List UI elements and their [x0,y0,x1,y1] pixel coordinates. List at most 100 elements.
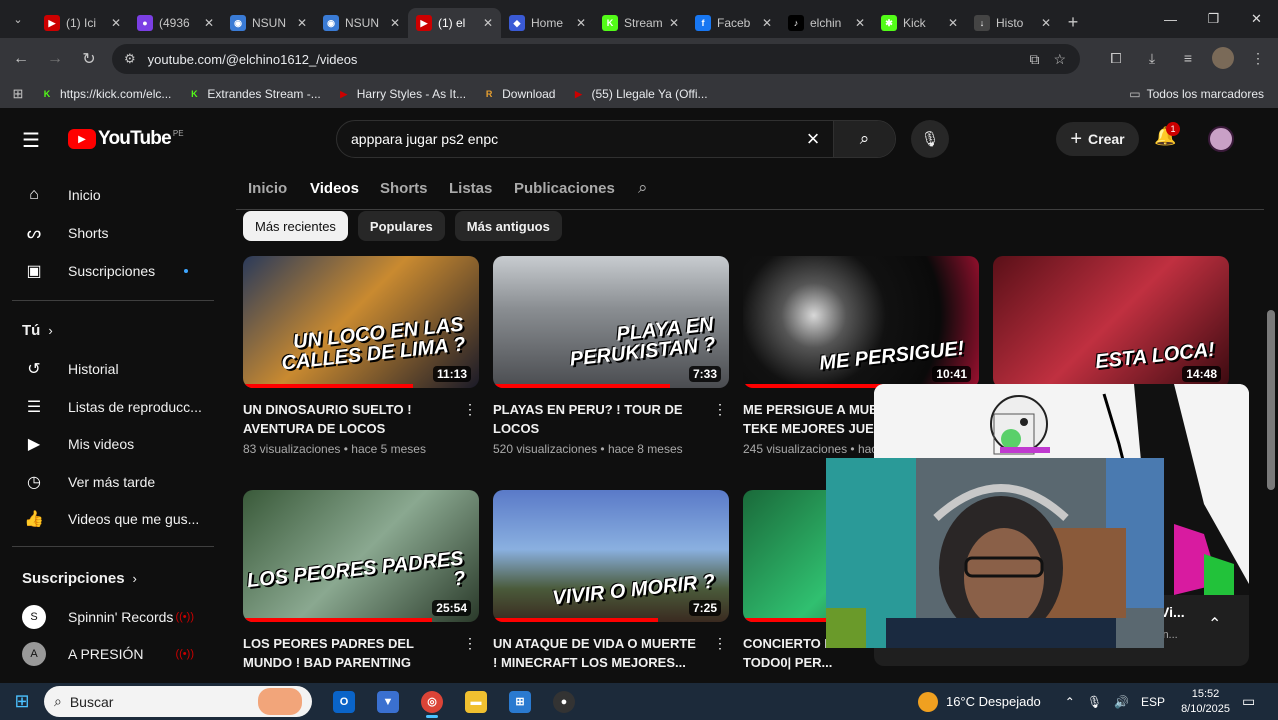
tab-search-icon[interactable]: ⌄ [0,0,36,38]
video-card[interactable]: ESTA LOCA! 14:48 [993,256,1229,400]
tab-close-icon[interactable]: ✕ [111,16,121,30]
browser-tab[interactable]: ♪ elchin ✕ [780,8,873,38]
browser-tab[interactable]: ▶ (1) Ici ✕ [36,8,129,38]
sidebar-item[interactable]: ⌂ Inicio [12,176,216,214]
windows-start-icon[interactable]: ⊞ [0,691,44,712]
scrollbar-thumb[interactable] [1267,310,1275,490]
video-thumbnail[interactable]: ME PERSIGUE! 10:41 [743,256,979,388]
downloads-icon[interactable]: ⤓ [1140,46,1164,70]
scrollbar[interactable] [1264,170,1278,683]
tab-close-icon[interactable]: ✕ [1041,16,1051,30]
extensions-icon[interactable]: ⧠ [1104,46,1128,70]
browser-tab[interactable]: ↓ Histo ✕ [966,8,1059,38]
profile-avatar[interactable] [1212,47,1234,69]
youtube-logo[interactable]: ▶ YouTube PE [68,128,184,150]
sidebar-item[interactable]: ↺ Historial [12,350,216,388]
all-bookmarks[interactable]: ▭ Todos los marcadores [1129,87,1264,101]
create-button[interactable]: + Crear [1056,122,1139,156]
video-thumbnail[interactable]: ESTA LOCA! 14:48 [993,256,1229,388]
browser-tab[interactable]: ▶ (1) el ✕ [408,8,501,38]
sidebar-item[interactable]: ◷ Ver más tarde [12,463,216,501]
expand-mini-player-icon[interactable]: ⌃ [1208,614,1221,634]
guide-menu-icon[interactable]: ☰ [22,128,40,153]
channel-search-icon[interactable]: ⌕ [638,178,648,198]
sort-chip[interactable]: Más antiguos [454,211,562,241]
video-card[interactable]: VIVIR O MORIR ? 7:25 UN ATAQUE DE VIDA O M… [493,490,729,672]
channel-tab[interactable]: Inicio [248,180,287,197]
more-options-icon[interactable]: ⋮ [713,401,727,418]
language-indicator[interactable]: ESP [1141,695,1165,709]
browser-tab[interactable]: ✱ Kick ✕ [873,8,966,38]
video-thumbnail[interactable]: VIVIR O MORIR ? 7:25 [493,490,729,622]
back-icon[interactable]: ← [4,42,38,76]
forward-icon[interactable]: → [38,42,72,76]
notification-center-icon[interactable]: ▭ [1242,693,1270,710]
tab-close-icon[interactable]: ✕ [669,16,679,30]
search-input[interactable]: apppara jugar ps2 enpc [337,131,793,147]
tab-close-icon[interactable]: ✕ [483,16,493,30]
bookmark-item[interactable]: R Download [482,87,556,101]
store-icon[interactable]: ⊞ [498,683,542,720]
video-thumbnail[interactable]: UN LOCO EN LAS CALLES DE LIMA ? 11:13 [243,256,479,388]
outlook-icon[interactable]: O [322,683,366,720]
more-options-icon[interactable]: ⋮ [463,635,477,652]
recorder-icon[interactable]: ● [542,683,586,720]
bookmark-item[interactable]: K Extrandes Stream -... [187,87,321,101]
channel-tab[interactable]: Shorts [380,180,428,197]
new-tab-button[interactable]: + [1059,7,1087,37]
clear-search-icon[interactable]: × [793,126,833,152]
tab-close-icon[interactable]: ✕ [762,16,772,30]
bookmark-star-icon[interactable]: ☆ [1053,51,1066,68]
sidebar-item[interactable]: S Spinnin' Records ((•)) [12,598,216,636]
video-card[interactable]: UN LOCO EN LAS CALLES DE LIMA ? 11:13 UN D… [243,256,479,456]
browser-tab[interactable]: f Faceb ✕ [687,8,780,38]
search-button[interactable]: ⌕ [833,121,895,157]
file-explorer-icon[interactable]: ▬ [454,683,498,720]
video-title[interactable]: UN DINOSAURIO SUELTO ! AVENTURA DE LOCOS [243,400,453,438]
browser-menu-icon[interactable]: ⋮ [1246,46,1270,70]
minimize-icon[interactable]: — [1149,0,1192,38]
tab-close-icon[interactable]: ✕ [204,16,214,30]
voice-search-button[interactable]: 🎙 [911,120,949,158]
sort-chip[interactable]: Populares [357,211,445,241]
weather-widget[interactable]: 16°C Despejado [917,691,1041,712]
bookmark-item[interactable]: ▶ (55) Llegale Ya (Offi... [571,87,708,101]
more-options-icon[interactable]: ⋮ [713,635,727,652]
browser-tab[interactable]: ◉ NSUN ✕ [222,8,315,38]
video-card[interactable]: LOS PEORES PADRES ? 25:54 LOS PEORES PADRE… [243,490,479,672]
tab-close-icon[interactable]: ✕ [948,16,958,30]
install-app-icon[interactable]: ⧉ [1029,51,1039,68]
volume-icon[interactable]: 🔊 [1114,695,1129,709]
show-hidden-icons[interactable]: ⌃ [1065,695,1075,709]
tab-close-icon[interactable]: ✕ [855,16,865,30]
notifications-button[interactable]: 🔔 1 [1154,122,1180,147]
video-card[interactable]: PLAYA EN PERUKISTAN ? 7:33 PLAYAS EN PERU?… [493,256,729,456]
browser-tab[interactable]: ◉ NSUN ✕ [315,8,408,38]
browser-tab[interactable]: K Stream ✕ [594,8,687,38]
microphone-icon[interactable]: 🎙 [1087,695,1102,709]
search-box[interactable]: apppara jugar ps2 enpc × ⌕ [336,120,896,158]
browser-tab[interactable]: ● (4936 ✕ [129,8,222,38]
tab-close-icon[interactable]: ✕ [297,16,307,30]
channel-tab[interactable]: Listas [449,180,492,197]
sidebar-item[interactable]: ☰ Listas de reproducc... [12,388,216,426]
video-title[interactable]: PLAYAS EN PERU? ! TOUR DE LOCOS [493,400,703,438]
reload-icon[interactable]: ↻ [72,42,106,76]
sort-chip[interactable]: Más recientes [243,211,348,241]
more-options-icon[interactable]: ⋮ [463,401,477,418]
bookmark-item[interactable]: Khttps://kick.com/elc... [40,87,172,101]
media-control-icon[interactable]: ≡ [1176,46,1200,70]
video-thumbnail[interactable]: PLAYA EN PERUKISTAN ? 7:33 [493,256,729,388]
restore-icon[interactable]: ❐ [1192,0,1235,38]
tab-close-icon[interactable]: ✕ [576,16,586,30]
video-title[interactable]: LOS PEORES PADRES DEL MUNDO ! BAD PARENT… [243,634,453,672]
channel-tab[interactable]: Publicaciones [514,180,615,197]
tab-close-icon[interactable]: ✕ [390,16,400,30]
you-section-header[interactable]: Tú › [22,322,53,339]
chrome-icon[interactable]: ◎ [410,683,454,720]
apps-icon[interactable]: ⊞ [0,86,36,102]
sidebar-item[interactable]: ▶ Mis videos [12,425,216,463]
sidebar-item[interactable]: ▣ Suscripciones [12,252,216,290]
channel-tab[interactable]: Videos [310,180,359,197]
video-thumbnail[interactable]: LOS PEORES PADRES ? 25:54 [243,490,479,622]
